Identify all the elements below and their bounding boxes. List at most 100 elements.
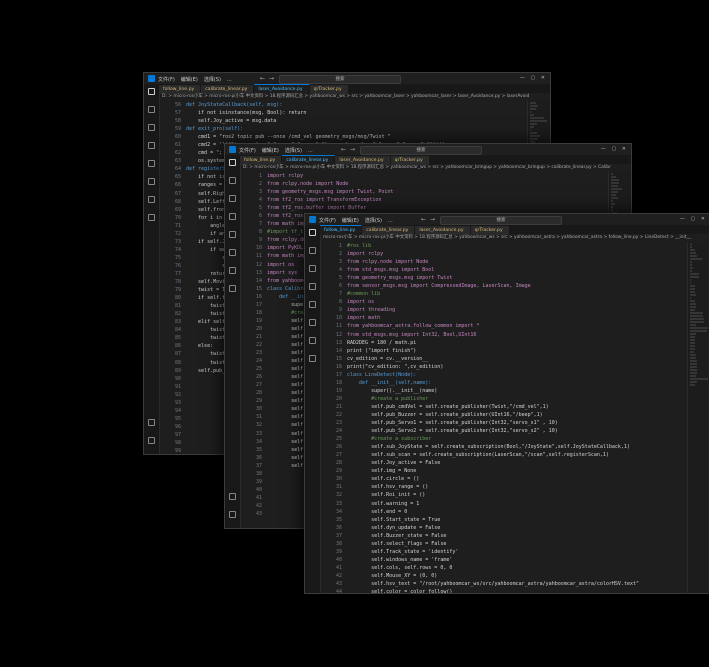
- source-control-icon[interactable]: [229, 195, 236, 202]
- code-line[interactable]: import rclpy: [347, 250, 709, 258]
- code-line[interactable]: self.windows_name = 'frame': [347, 556, 709, 564]
- account-icon[interactable]: [148, 419, 155, 426]
- code-line[interactable]: from geometry_msgs.msg import Twist, Poi…: [267, 188, 631, 196]
- menu-selection[interactable]: 选择(S): [365, 218, 382, 224]
- menu-file[interactable]: 文件(F): [158, 77, 175, 83]
- code-line[interactable]: self.color = color_follow(): [347, 588, 709, 593]
- explorer-icon[interactable]: [309, 229, 316, 236]
- testing-icon[interactable]: [229, 267, 236, 274]
- menu-more[interactable]: ...: [308, 148, 313, 154]
- docker-icon[interactable]: [229, 285, 236, 292]
- run-debug-icon[interactable]: [148, 142, 155, 149]
- code-line[interactable]: from rclpy.node import Node: [347, 258, 709, 266]
- code-line[interactable]: self.pub_Servo1 = self.create_publisher(…: [347, 419, 709, 427]
- code-line[interactable]: import threading: [347, 306, 709, 314]
- tab-laser-avoidance[interactable]: laser_Avoidance.py: [254, 84, 310, 93]
- code-line[interactable]: self.pub_Servo2 = self.create_publisher(…: [347, 427, 709, 435]
- code-line[interactable]: self.end = 0: [347, 508, 709, 516]
- code-line[interactable]: RAD2DEG = 180 / math.pi: [347, 339, 709, 347]
- code-line[interactable]: self.Start_state = True: [347, 516, 709, 524]
- remote-explorer-icon[interactable]: [309, 319, 316, 326]
- menu-selection[interactable]: 选择(S): [285, 148, 302, 154]
- explorer-icon[interactable]: [148, 88, 155, 95]
- search-icon[interactable]: [229, 177, 236, 184]
- code-line[interactable]: if not isinstance(msg, Bool): return: [186, 109, 550, 117]
- code-line[interactable]: from std_msgs.msg import Bool: [347, 266, 709, 274]
- remote-explorer-icon[interactable]: [229, 249, 236, 256]
- code-line[interactable]: self.img = None: [347, 467, 709, 475]
- docker-icon[interactable]: [309, 355, 316, 362]
- code-line[interactable]: from std_msgs.msg import Int32, Bool,UIn…: [347, 331, 709, 339]
- code-editor[interactable]: 1 2 3 4 5 6 7 8 9 10 11 12 13 14 15 16 17 18 19 20 21 22 23 24 2…: [320, 242, 709, 593]
- tab-follow-line[interactable]: follow_line.py: [320, 225, 363, 234]
- breadcrumb[interactable]: D: > micro-ros小车 > micro-ros-pi小车 中文资料 >…: [159, 93, 550, 101]
- code-line[interactable]: super().__init__(name): [347, 387, 709, 395]
- nav-back-icon[interactable]: ←: [260, 75, 265, 82]
- code-line[interactable]: self.dyn_update = False: [347, 524, 709, 532]
- code-line[interactable]: self.hsv_range = (): [347, 483, 709, 491]
- code-line[interactable]: self.circle = (): [347, 475, 709, 483]
- code-line[interactable]: self.Buzzer_state = False: [347, 532, 709, 540]
- code-line[interactable]: from tf2_ros import TransformException: [267, 196, 631, 204]
- nav-forward-icon[interactable]: →: [269, 75, 274, 82]
- extensions-icon[interactable]: [148, 160, 155, 167]
- code-line[interactable]: #ros lib: [347, 242, 709, 250]
- nav-back-icon[interactable]: ←: [341, 146, 346, 153]
- command-search-input[interactable]: 搜索: [440, 216, 562, 225]
- code-line[interactable]: print ("import finish"): [347, 347, 709, 355]
- code-line[interactable]: self.pub_cmdVel = self.create_publisher(…: [347, 403, 709, 411]
- extensions-icon[interactable]: [309, 301, 316, 308]
- breadcrumb[interactable]: micro-ros小车 > micro-ros-pi小车 中文资料 > 18.程…: [320, 234, 709, 242]
- account-icon[interactable]: [229, 493, 236, 500]
- code-line[interactable]: cmd1 = "ros2 topic pub --once /cmd_vel g…: [186, 133, 550, 141]
- menu-more[interactable]: ...: [388, 218, 393, 224]
- extensions-icon[interactable]: [229, 231, 236, 238]
- nav-back-icon[interactable]: ←: [421, 216, 426, 223]
- code-line[interactable]: self.Joy_active = False: [347, 459, 709, 467]
- menu-edit[interactable]: 编辑(E): [342, 218, 359, 224]
- code-line[interactable]: import math: [347, 314, 709, 322]
- breadcrumb[interactable]: D: > micro-ros小车 > micro-ros-pi小车 中文资料 >…: [240, 164, 631, 172]
- code-line[interactable]: self.cols, self.rows = 0, 0: [347, 564, 709, 572]
- code-line[interactable]: import os: [347, 298, 709, 306]
- code-line[interactable]: def exit_pro(self):: [186, 125, 550, 133]
- source-control-icon[interactable]: [148, 124, 155, 131]
- testing-icon[interactable]: [148, 196, 155, 203]
- minimap[interactable]: [687, 242, 709, 593]
- code-line[interactable]: #create a subscriber: [347, 435, 709, 443]
- code-line[interactable]: from rclpy.node import Node: [267, 180, 631, 188]
- search-icon[interactable]: [148, 106, 155, 113]
- code-line[interactable]: #create a publisher: [347, 395, 709, 403]
- code-line[interactable]: from yahboomcar_astra.follow_common impo…: [347, 322, 709, 330]
- code-line[interactable]: self.Roi_init = (): [347, 491, 709, 499]
- menu-file[interactable]: 文件(F): [319, 218, 336, 224]
- window-controls[interactable]: — ▢ ✕: [601, 146, 628, 152]
- docker-icon[interactable]: [148, 214, 155, 221]
- code-line[interactable]: def __init__(self,name):: [347, 379, 709, 387]
- code-line[interactable]: def JoyStateCallback(self, msg):: [186, 101, 550, 109]
- nav-forward-icon[interactable]: →: [350, 146, 355, 153]
- testing-icon[interactable]: [309, 337, 316, 344]
- menu-more[interactable]: ...: [227, 77, 232, 83]
- code-line[interactable]: self.pub_Buzzer = self.create_publisher(…: [347, 411, 709, 419]
- code-line[interactable]: cv_edition = cv.__version__: [347, 355, 709, 363]
- code-line[interactable]: self.warning = 1: [347, 500, 709, 508]
- source-control-icon[interactable]: [309, 265, 316, 272]
- tab-calibrate-linear[interactable]: calibrate_linear.py: [282, 155, 336, 164]
- code-line[interactable]: self.Joy_active = msg.data: [186, 117, 550, 125]
- menu-edit[interactable]: 编辑(E): [181, 77, 198, 83]
- command-search-input[interactable]: 搜索: [279, 75, 401, 84]
- menu-file[interactable]: 文件(F): [239, 148, 256, 154]
- code-line[interactable]: import rclpy: [267, 172, 631, 180]
- code-line[interactable]: self.hsv_text = "/root/yahboomcar_ws/src…: [347, 580, 709, 588]
- search-icon[interactable]: [309, 247, 316, 254]
- menu-selection[interactable]: 选择(S): [204, 77, 221, 83]
- code-line[interactable]: from geometry_msgs.msg import Twist: [347, 274, 709, 282]
- source-code[interactable]: #ros lib import rclpy from rclpy.node impo…: [347, 242, 709, 593]
- command-search-input[interactable]: 搜索: [360, 146, 482, 155]
- code-line[interactable]: #common lib: [347, 290, 709, 298]
- code-line[interactable]: class LineDetect(Node):: [347, 371, 709, 379]
- window-controls[interactable]: — ▢ ✕: [680, 216, 707, 222]
- code-line[interactable]: print("cv_edition: ",cv_edition): [347, 363, 709, 371]
- manage-gear-icon[interactable]: [229, 511, 236, 518]
